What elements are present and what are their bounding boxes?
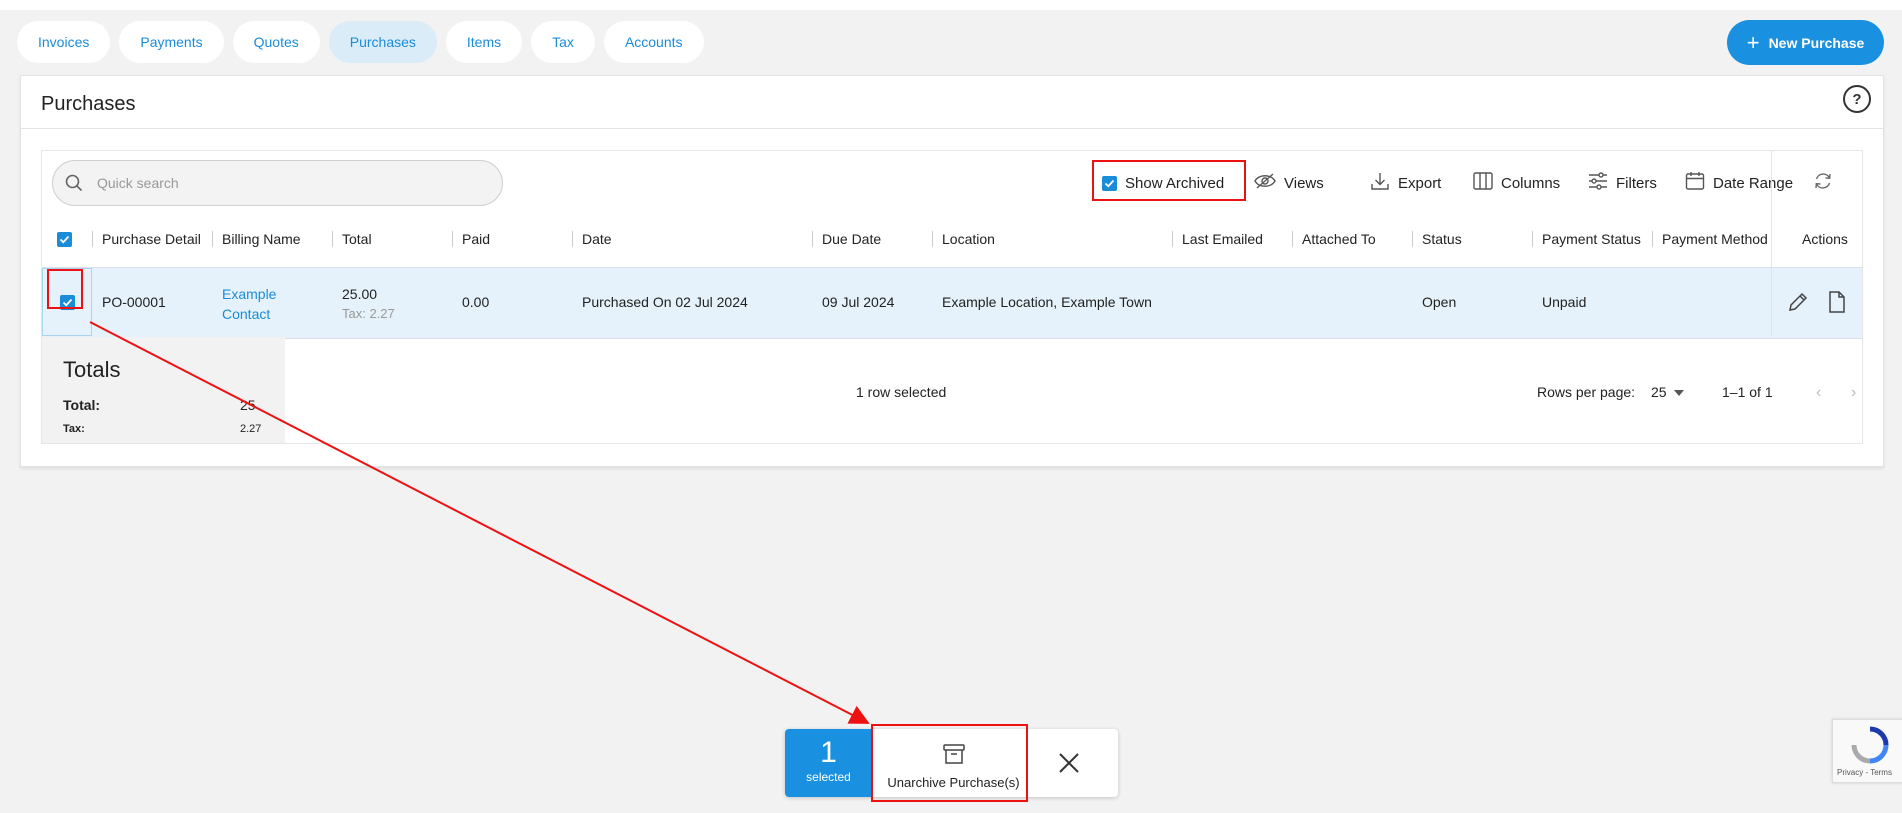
totals-tax-value: 2.27 xyxy=(240,423,262,435)
pagination-range: 1–1 of 1 xyxy=(1722,384,1773,400)
col-location[interactable]: Location xyxy=(932,211,1170,267)
rows-per-page-label: Rows per page: xyxy=(1537,384,1636,400)
download-icon xyxy=(1370,171,1390,195)
tab-accounts[interactable]: Accounts xyxy=(603,21,704,63)
search-icon xyxy=(65,172,87,194)
payment-status-cell: Unpaid xyxy=(1542,294,1587,310)
location-cell: Example Location, Example Town xyxy=(942,294,1152,310)
col-payment-status[interactable]: Payment Status xyxy=(1532,211,1650,267)
totals-total-value: 25 xyxy=(240,397,256,413)
totals-tax-label: Tax: xyxy=(63,423,85,435)
select-all-checkbox[interactable] xyxy=(57,231,72,247)
col-date[interactable]: Date xyxy=(572,211,810,267)
module-tabs: Invoices Payments Quotes Purchases Items… xyxy=(17,21,704,63)
col-payment-method[interactable]: Payment Method xyxy=(1652,211,1770,267)
help-icon[interactable]: ? xyxy=(1843,85,1871,113)
billing-name-line1: Example xyxy=(222,286,277,302)
tax-value: Tax: 2.27 xyxy=(342,306,395,321)
tab-tax[interactable]: Tax xyxy=(531,21,595,63)
date-cell: Purchased On 02 Jul 2024 xyxy=(582,294,748,310)
due-date-cell: 09 Jul 2024 xyxy=(822,294,895,310)
new-purchase-button[interactable]: + New Purchase xyxy=(1727,20,1884,65)
page-title: Purchases xyxy=(41,93,136,115)
table-header: Purchase Detail Billing Name Total Paid … xyxy=(42,211,1862,267)
recaptcha-badge[interactable]: Privacy - Terms xyxy=(1832,719,1902,783)
filters-button[interactable]: Filters xyxy=(1588,169,1657,197)
billing-name-line2: Contact xyxy=(222,306,271,322)
top-strip xyxy=(0,0,1902,10)
col-status[interactable]: Status xyxy=(1412,211,1530,267)
tab-quotes[interactable]: Quotes xyxy=(232,21,320,63)
views-button[interactable]: Views xyxy=(1254,169,1324,197)
calendar-icon xyxy=(1685,171,1705,195)
recaptcha-links[interactable]: Privacy - Terms xyxy=(1837,768,1892,777)
billing-name-cell[interactable]: Example Contact xyxy=(222,284,276,324)
columns-button[interactable]: Columns xyxy=(1473,169,1560,197)
total-value: 25.00 xyxy=(342,286,378,302)
tab-invoices[interactable]: Invoices xyxy=(17,21,111,63)
date-range-label: Date Range xyxy=(1713,174,1794,192)
views-label: Views xyxy=(1284,174,1324,192)
tab-items[interactable]: Items xyxy=(445,21,523,63)
total-cell: 25.00 Tax: 2.27 xyxy=(342,284,395,324)
search-placeholder: Quick search xyxy=(97,175,179,191)
edit-icon[interactable] xyxy=(1787,291,1809,316)
card-divider xyxy=(21,128,1883,129)
bulk-action-bar: 1 selected Unarchive Purchase(s) xyxy=(785,724,1118,802)
select-all-cell xyxy=(47,211,87,267)
quick-search-input[interactable]: Quick search xyxy=(52,160,503,206)
totals-total-label: Total: xyxy=(63,397,101,413)
refresh-icon xyxy=(1813,171,1833,195)
col-attached-to[interactable]: Attached To xyxy=(1292,211,1410,267)
selected-count-badge: 1 selected xyxy=(785,729,872,797)
col-total[interactable]: Total xyxy=(332,211,450,267)
col-paid[interactable]: Paid xyxy=(452,211,570,267)
plus-icon: + xyxy=(1746,29,1760,55)
eye-off-icon xyxy=(1254,172,1276,194)
col-actions: Actions xyxy=(1802,231,1848,247)
filters-label: Filters xyxy=(1616,174,1657,192)
export-button[interactable]: Export xyxy=(1370,169,1441,197)
paid-cell: 0.00 xyxy=(462,294,490,310)
close-icon[interactable] xyxy=(1053,747,1085,779)
totals-panel: Totals Total: 25 Tax: 2.27 xyxy=(42,337,285,443)
sliders-icon xyxy=(1588,172,1608,194)
recaptcha-logo-icon xyxy=(1851,726,1889,768)
col-billing-name[interactable]: Billing Name xyxy=(212,211,330,267)
selected-count: 1 xyxy=(820,736,837,769)
col-last-emailed[interactable]: Last Emailed xyxy=(1172,211,1290,267)
table-row[interactable]: PO-00001 Example Contact 25.00 Tax: 2.27… xyxy=(42,267,1862,339)
purchases-table-panel: Quick search Show Archived Views Export xyxy=(41,150,1863,444)
columns-icon xyxy=(1473,172,1493,194)
next-page-icon[interactable]: › xyxy=(1851,384,1856,402)
annotation-box-row-checkbox xyxy=(47,269,83,309)
selected-rows-text: 1 row selected xyxy=(856,384,947,400)
date-range-button[interactable]: Date Range xyxy=(1685,169,1793,197)
col-purchase-detail[interactable]: Purchase Detail xyxy=(92,211,210,267)
refresh-button[interactable] xyxy=(1813,169,1833,197)
prev-page-icon[interactable]: ‹ xyxy=(1816,384,1821,402)
purchases-card: Purchases ? Quick search Show Archived V… xyxy=(20,75,1884,467)
tab-purchases[interactable]: Purchases xyxy=(328,21,437,63)
rows-per-page-select[interactable]: 25 xyxy=(1651,384,1667,400)
columns-label: Columns xyxy=(1501,174,1561,192)
export-label: Export xyxy=(1398,174,1442,192)
document-icon[interactable] xyxy=(1828,291,1846,316)
annotation-box-unarchive xyxy=(871,724,1028,802)
tab-payments[interactable]: Payments xyxy=(119,21,224,63)
annotation-box-show-archived xyxy=(1092,160,1246,201)
selected-count-label: selected xyxy=(806,770,851,784)
new-purchase-label: New Purchase xyxy=(1768,34,1865,51)
purchase-detail-cell[interactable]: PO-00001 xyxy=(102,294,166,310)
caret-down-icon[interactable] xyxy=(1674,390,1684,396)
actions-column-divider xyxy=(1771,151,1772,337)
totals-title: Totals xyxy=(63,357,121,382)
col-due-date[interactable]: Due Date xyxy=(812,211,930,267)
status-cell: Open xyxy=(1422,294,1457,310)
